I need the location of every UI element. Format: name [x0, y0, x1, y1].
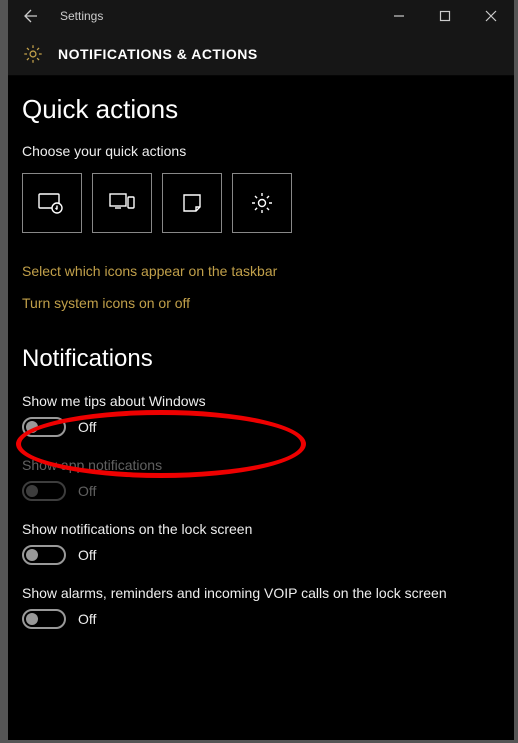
setting-show-tips: Show me tips about Windows Off: [22, 393, 500, 437]
settings-gear-icon: [22, 43, 44, 65]
toggle-state: Off: [78, 419, 96, 435]
back-button[interactable]: [8, 0, 54, 32]
setting-lock-screen: Show notifications on the lock screen Of…: [22, 521, 500, 565]
arrow-left-icon: [23, 8, 39, 24]
link-system-icons[interactable]: Turn system icons on or off: [22, 295, 500, 311]
quick-action-tablet-mode[interactable]: [22, 173, 82, 233]
quick-actions-heading: Quick actions: [22, 94, 500, 125]
all-settings-icon: [250, 191, 274, 215]
page-title: NOTIFICATIONS & ACTIONS: [58, 46, 258, 62]
content-area: Quick actions Choose your quick actions: [8, 76, 514, 659]
setting-label: Show app notifications: [22, 457, 500, 473]
toggle-app-notifications: [22, 481, 66, 501]
toggle-state: Off: [78, 483, 96, 499]
setting-label: Show alarms, reminders and incoming VOIP…: [22, 585, 500, 601]
quick-action-all-settings[interactable]: [232, 173, 292, 233]
connect-icon: [108, 191, 136, 215]
toggle-state: Off: [78, 611, 96, 627]
setting-label: Show me tips about Windows: [22, 393, 500, 409]
minimize-icon: [393, 10, 405, 22]
settings-window: Settings NOTIFICAT: [8, 0, 514, 740]
maximize-button[interactable]: [422, 0, 468, 32]
quick-action-note[interactable]: [162, 173, 222, 233]
close-button[interactable]: [468, 0, 514, 32]
tablet-mode-icon: [38, 191, 66, 215]
page-header: NOTIFICATIONS & ACTIONS: [8, 32, 514, 76]
setting-label: Show notifications on the lock screen: [22, 521, 500, 537]
note-icon: [181, 192, 203, 214]
titlebar: Settings: [8, 0, 514, 32]
link-taskbar-icons[interactable]: Select which icons appear on the taskbar: [22, 263, 500, 279]
close-icon: [485, 10, 497, 22]
app-title: Settings: [54, 9, 103, 23]
toggle-state: Off: [78, 547, 96, 563]
quick-actions-row: [22, 173, 500, 233]
quick-actions-subtext: Choose your quick actions: [22, 143, 500, 159]
toggle-show-tips[interactable]: [22, 417, 66, 437]
toggle-lock-screen[interactable]: [22, 545, 66, 565]
quick-action-connect[interactable]: [92, 173, 152, 233]
maximize-icon: [439, 10, 451, 22]
notifications-heading: Notifications: [22, 345, 500, 373]
setting-alarms-voip: Show alarms, reminders and incoming VOIP…: [22, 585, 500, 629]
setting-app-notifications: Show app notifications Off: [22, 457, 500, 501]
minimize-button[interactable]: [376, 0, 422, 32]
toggle-alarms-voip[interactable]: [22, 609, 66, 629]
